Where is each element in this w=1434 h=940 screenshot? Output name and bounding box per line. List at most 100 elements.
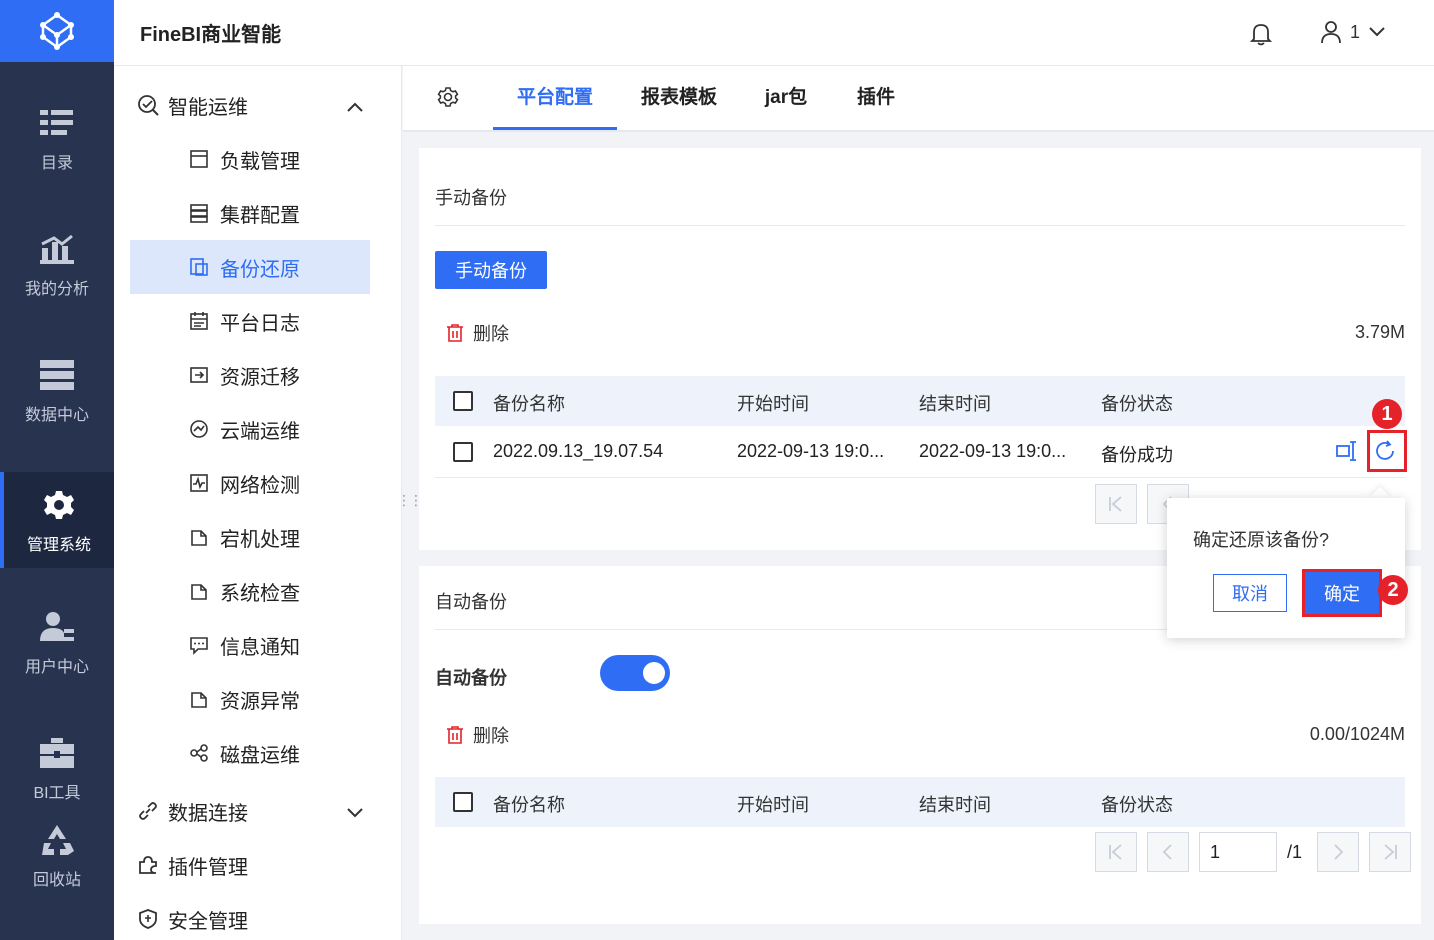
menu-item-platform-log[interactable]: 平台日志 <box>130 294 370 348</box>
tab-plugin[interactable]: 插件 <box>841 66 911 130</box>
chevron-down-icon <box>346 802 364 825</box>
rename-icon[interactable] <box>1335 440 1359 467</box>
next-page-button[interactable] <box>1317 832 1359 872</box>
menu-item-label: 网络检测 <box>220 474 300 497</box>
chevron-right-icon <box>1334 844 1344 860</box>
menu-item-disk-ops[interactable]: 磁盘运维 <box>130 726 370 780</box>
menu-group-plugin-management[interactable]: 插件管理 <box>130 838 370 892</box>
logo[interactable] <box>0 0 114 62</box>
toolbox-icon <box>37 733 77 773</box>
menu-item-label: 平台日志 <box>220 312 300 335</box>
gear-icon <box>39 485 79 525</box>
popover-question: 确定还原该备份? <box>1193 530 1330 550</box>
menu-item-label: 云端运维 <box>220 420 300 443</box>
column-header: 结束时间 <box>919 795 991 815</box>
nav-label-user-center: 用户中心 <box>24 659 89 676</box>
menu-item-label: 宕机处理 <box>220 528 300 551</box>
delete-button[interactable]: 删除 <box>445 722 509 748</box>
splitter-handle[interactable]: ⋮⋮ <box>397 492 423 509</box>
cluster-icon <box>188 202 210 224</box>
settings-icon[interactable] <box>437 86 459 113</box>
tab-report-template[interactable]: 报表模板 <box>631 66 727 130</box>
user-name: 1 <box>1350 21 1361 42</box>
message-icon <box>188 634 210 656</box>
nav-label-my-analysis: 我的分析 <box>24 281 89 298</box>
manual-backup-card: 手动备份 手动备份 删除 3.79M 备份名称 开始时间 结束时间 备份状态 2… <box>419 148 1421 550</box>
menu-group-label: 智能运维 <box>168 96 248 119</box>
log-icon <box>188 310 210 332</box>
first-page-button[interactable] <box>1095 832 1137 872</box>
menu-group-label: 安全管理 <box>168 910 248 933</box>
manual-backup-button[interactable]: 手动备份 <box>435 251 547 289</box>
user-menu[interactable]: 1 <box>1320 20 1386 44</box>
menu-item-label: 资源迁移 <box>220 366 300 389</box>
restore-confirm-popover: 确定还原该备份? 取消 确定 <box>1167 498 1405 638</box>
nav-item-catalog[interactable]: 目录 <box>0 76 114 200</box>
menu-item-backup-restore[interactable]: 备份还原 <box>130 240 370 294</box>
menu-item-cloud-ops[interactable]: 云端运维 <box>130 402 370 456</box>
disk-ops-icon <box>188 742 210 764</box>
select-all-checkbox[interactable] <box>453 391 473 411</box>
delete-button[interactable]: 删除 <box>445 320 509 346</box>
load-icon <box>188 148 210 170</box>
restore-highlight-box <box>1367 430 1407 472</box>
trash-icon <box>447 324 463 342</box>
system-check-icon <box>188 580 210 602</box>
first-page-icon <box>1109 496 1122 512</box>
row-checkbox[interactable] <box>453 442 473 462</box>
tab-platform-config[interactable]: 平台配置 <box>493 66 617 130</box>
trash-icon <box>447 726 463 744</box>
plugin-icon <box>130 854 166 876</box>
menu-item-system-check[interactable]: 系统检查 <box>130 564 370 618</box>
menu-group-data-connection[interactable]: 数据连接 <box>130 784 370 838</box>
crash-icon <box>188 526 210 548</box>
step-badge-1: 1 <box>1372 399 1402 429</box>
migration-icon <box>188 364 210 386</box>
delete-label: 删除 <box>473 324 509 344</box>
first-page-button[interactable] <box>1095 484 1137 524</box>
start-time: 2022-09-13 19:0... <box>737 441 885 461</box>
confirm-button[interactable]: 确定 <box>1302 569 1382 617</box>
divider <box>435 225 1405 226</box>
auto-backup-toggle[interactable] <box>600 655 670 691</box>
bell-icon[interactable] <box>1249 22 1273 51</box>
menu-item-crash-handling[interactable]: 宕机处理 <box>130 510 370 564</box>
user-avatar-icon <box>1321 21 1341 44</box>
pagination: 1 /1 <box>1095 832 1411 872</box>
column-header: 备份状态 <box>1101 795 1173 815</box>
nav-item-data-center[interactable]: 数据中心 <box>0 328 114 452</box>
menu-item-network-check[interactable]: 网络检测 <box>130 456 370 510</box>
column-header: 备份名称 <box>493 394 565 414</box>
prev-page-button[interactable] <box>1147 832 1189 872</box>
menu-item-resource-migration[interactable]: 资源迁移 <box>130 348 370 402</box>
last-page-button[interactable] <box>1369 832 1411 872</box>
tab-jar[interactable]: jar包 <box>751 66 821 130</box>
table-row[interactable]: 2022.09.13_19.07.54 2022-09-13 19:0... 2… <box>435 426 1405 478</box>
chevron-left-icon <box>1162 844 1172 860</box>
nav-item-management[interactable]: 管理系统 <box>0 472 114 568</box>
table-header: 备份名称 开始时间 结束时间 备份状态 <box>435 376 1405 426</box>
menu-item-resource-exception[interactable]: 资源异常 <box>130 672 370 726</box>
nav-item-user-center[interactable]: 用户中心 <box>0 580 114 704</box>
menu-item-load-management[interactable]: 负载管理 <box>130 132 370 186</box>
menu-item-label: 系统检查 <box>220 582 300 605</box>
menu-group-smart-ops[interactable]: 智能运维 <box>130 78 370 132</box>
recycle-icon <box>37 820 77 860</box>
nav-item-recycle-bin[interactable]: 回收站 <box>0 800 114 910</box>
data-center-icon <box>37 355 77 395</box>
menu-group-security[interactable]: 安全管理 <box>130 892 370 940</box>
menu-item-cluster-config[interactable]: 集群配置 <box>130 186 370 240</box>
column-header: 开始时间 <box>737 394 809 414</box>
first-page-icon <box>1109 844 1122 860</box>
cancel-button[interactable]: 取消 <box>1213 574 1287 612</box>
step-badge-2: 2 <box>1378 575 1408 605</box>
menu-item-notification[interactable]: 信息通知 <box>130 618 370 672</box>
ops-icon <box>130 94 166 116</box>
menu-group-label: 数据连接 <box>168 802 248 825</box>
select-all-checkbox[interactable] <box>453 792 473 812</box>
menu-item-label: 资源异常 <box>220 690 300 713</box>
nav-item-my-analysis[interactable]: 我的分析 <box>0 202 114 326</box>
page-number-input[interactable]: 1 <box>1199 832 1277 872</box>
resource-exception-icon <box>188 688 210 710</box>
menu-item-label: 信息通知 <box>220 636 300 659</box>
